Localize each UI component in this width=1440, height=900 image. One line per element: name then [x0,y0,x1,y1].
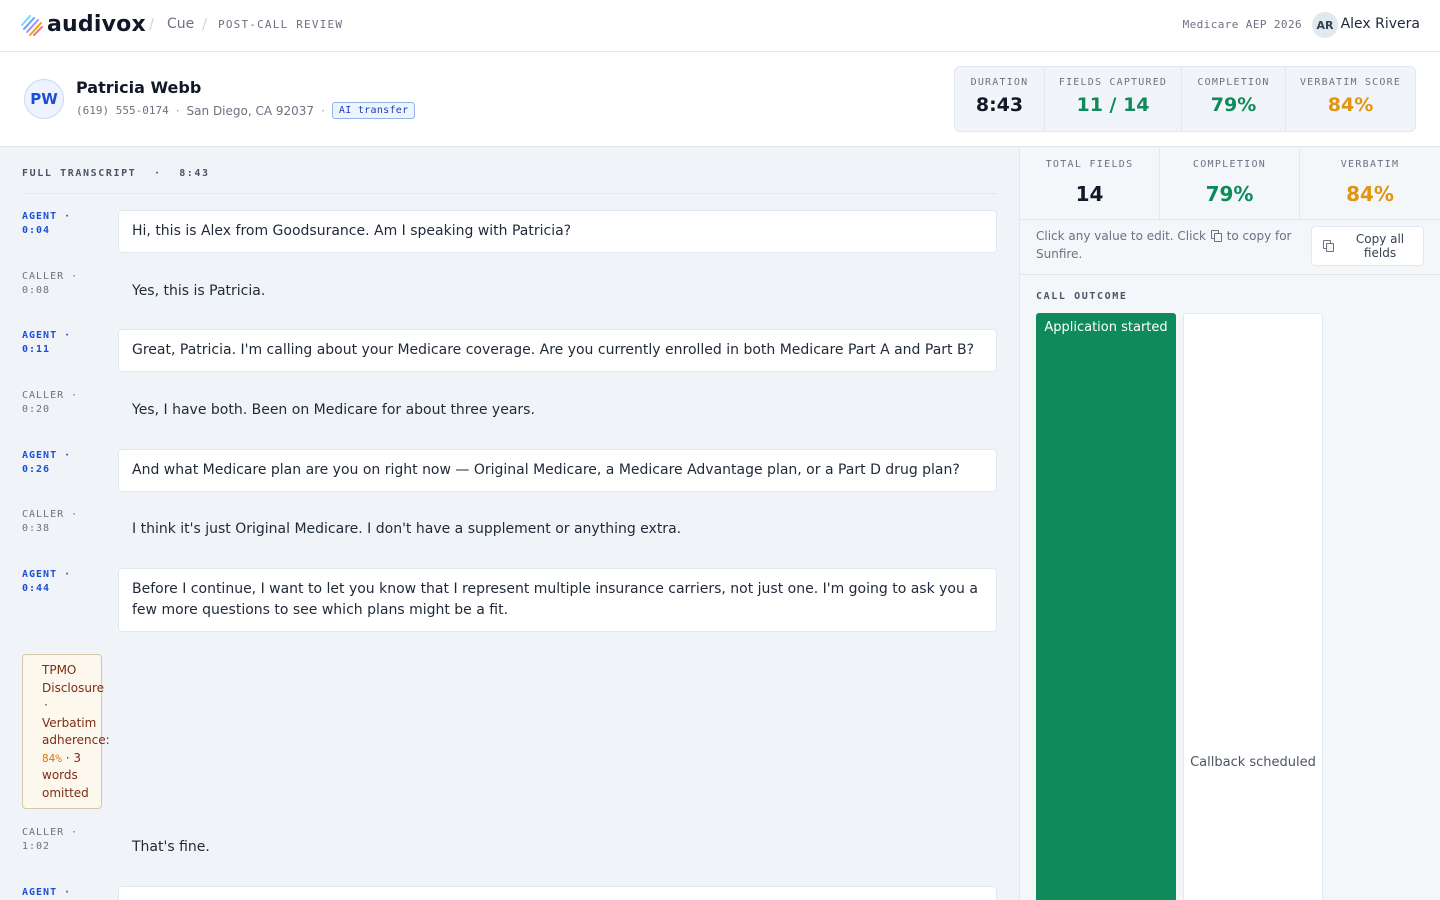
speaker-label: AGENT · [22,887,72,898]
panel-stats: TOTAL FIELDS 14 COMPLETION 79% VERBATIM … [1020,148,1440,220]
breadcrumb-separator: / [202,15,208,33]
tpmo-disclosure-card[interactable]: TPMO Disclosure · Verbatim adherence: 84… [22,654,110,809]
outcome-callback-scheduled[interactable]: Callback scheduled [1183,313,1323,900]
divider [22,193,997,194]
outcome-application-started[interactable]: Application started [1036,313,1176,900]
transcript-header: FULL TRANSCRIPT · 8:43 [22,168,210,179]
brand-name: audivox [47,12,146,37]
speaker-label: AGENT · 0:11 [22,330,72,355]
caller-meta: (619) 555-0174 · San Diego, CA 92037 · A… [76,102,416,119]
audivox-logo-icon [21,14,43,36]
ai-transfer-badge: AI transfer [331,102,416,119]
top-nav: audivox / Cue / POST-CALL REVIEW Medicar… [0,0,1440,52]
user-avatar[interactable]: AR [1312,12,1338,38]
caller-location: San Diego, CA 92037 [186,103,315,118]
speaker-label: AGENT · 0:04 [22,211,72,236]
copy-icon [1210,230,1222,242]
message-text: I think it's just Original Medicare. I d… [132,521,682,537]
message-text: Yes, I have both. Been on Medicare for a… [132,402,535,418]
caller-header: PW Patricia Webb (619) 555-0174 · San Di… [0,52,1440,147]
caller-name: Patricia Webb [76,78,202,97]
message-text: Yes, this is Patricia. [132,283,266,299]
speaker-label: AGENT · 0:26 [22,450,72,475]
user-name[interactable]: Alex Rivera [1341,16,1420,32]
verbatim-score: 84% [42,751,62,765]
message-text: That's fine. [132,839,210,855]
speaker-label: CALLER · 0:38 [22,509,79,534]
message-text: And what Medicare plan are you on right … [118,449,997,492]
copy-all-fields-button[interactable]: Copy all fields [1311,226,1424,266]
message-text: Hi, this is Alex from Goodsurance. Am I … [118,210,997,253]
message-text: Before I continue, I want to let you kno… [118,568,997,632]
stat-verbatim: VERBATIM 84% [1340,159,1400,206]
breadcrumb-separator: / [149,15,155,33]
stat-fields-captured: FIELDS CAPTURED 11 / 14 [1045,67,1182,131]
message-text: Great, Patricia. I'm calling about your … [118,329,997,372]
stat-total-fields: TOTAL FIELDS 14 [1020,148,1160,219]
stat-verbatim-score: VERBATIM SCORE 84% [1299,77,1402,116]
divider [1020,274,1440,275]
stat-duration: DURATION 8:43 [955,67,1045,131]
fields-panel: TOTAL FIELDS 14 COMPLETION 79% VERBATIM … [1019,148,1440,900]
call-stats: DURATION 8:43 FIELDS CAPTURED 11 / 14 CO… [954,66,1416,132]
copy-icon [1323,240,1335,252]
transcript-panel[interactable]: FULL TRANSCRIPT · 8:43 AGENT · 0:04 Hi, t… [0,148,1019,900]
speaker-label: CALLER · 0:08 [22,271,79,296]
brand-logo[interactable]: audivox [20,12,146,37]
stat-completion: COMPLETION 79% [1160,148,1300,219]
breadcrumb-page: POST-CALL REVIEW [218,18,344,31]
message-text [118,886,997,900]
call-outcome-label: CALL OUTCOME [1036,291,1128,302]
speaker-label: AGENT · 0:44 [22,569,72,594]
caller-phone: (619) 555-0174 [76,104,169,117]
stat-completion: COMPLETION 79% [1182,67,1286,131]
speaker-label: CALLER · 1:02 [22,827,79,852]
season-label: Medicare AEP 2026 [1182,18,1302,31]
speaker-label: CALLER · 0:20 [22,390,79,415]
caller-avatar: PW [24,79,64,119]
edit-hint: Click any value to edit. Click to copy f… [1036,229,1292,261]
breadcrumb-product[interactable]: Cue [167,16,194,32]
